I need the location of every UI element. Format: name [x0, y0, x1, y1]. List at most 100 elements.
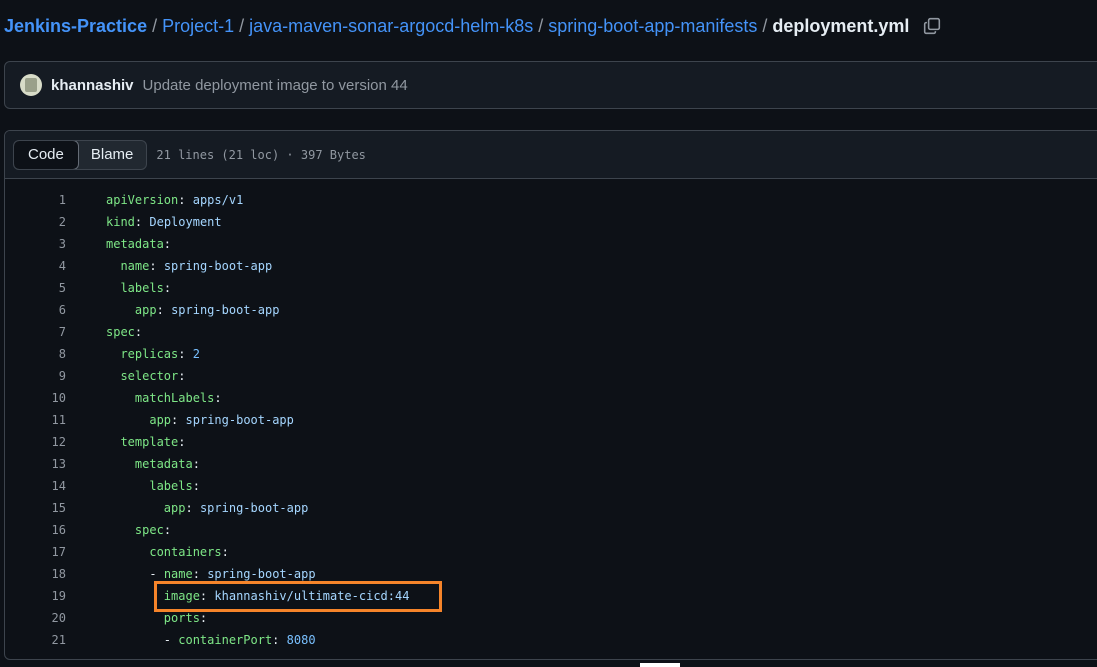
breadcrumb-repo-link[interactable]: Jenkins-Practice: [4, 16, 147, 37]
commit-author[interactable]: khannashiv: [51, 77, 134, 94]
line-content: apiVersion: apps/v1: [106, 193, 243, 207]
yaml-key: apiVersion: [106, 193, 179, 207]
line-number[interactable]: 11: [5, 413, 66, 427]
line-content: - name: spring-boot-app: [106, 567, 315, 581]
yaml-key: ports: [163, 611, 200, 625]
yaml-key: kind: [106, 215, 135, 229]
yaml-colon: :: [178, 435, 186, 449]
file-viewer: Code Blame 21 lines (21 loc) · 397 Bytes…: [4, 130, 1097, 660]
line-content: replicas: 2: [106, 347, 200, 361]
breadcrumb-path-link[interactable]: spring-boot-app-manifests: [548, 16, 757, 37]
line-number[interactable]: 6: [5, 303, 66, 317]
yaml-key: containers: [149, 545, 222, 559]
commit-message[interactable]: Update deployment image to version 44: [143, 77, 408, 94]
line-content: labels:: [106, 479, 200, 493]
yaml-colon: :: [178, 193, 186, 207]
line-number[interactable]: 3: [5, 237, 66, 251]
line-number[interactable]: 2: [5, 215, 66, 229]
yaml-key: template: [120, 435, 179, 449]
breadcrumb-separator: /: [538, 15, 544, 36]
line-content: - containerPort: 8080: [106, 633, 316, 647]
code-line: 9 selector:: [5, 365, 1097, 387]
yaml-colon: :: [171, 413, 179, 427]
code-line: 16 spec:: [5, 519, 1097, 541]
yaml-colon: :: [192, 457, 200, 471]
yaml-value: Deployment: [149, 215, 222, 229]
line-content: matchLabels:: [106, 391, 222, 405]
code-line: 21 - containerPort: 8080: [5, 629, 1097, 651]
line-number[interactable]: 4: [5, 259, 66, 273]
code-line: 14 labels:: [5, 475, 1097, 497]
avatar[interactable]: [20, 74, 42, 96]
yaml-key: replicas: [120, 347, 179, 361]
yaml-colon: :: [272, 633, 280, 647]
line-content: template:: [106, 435, 185, 449]
line-content: image: khannashiv/ultimate-cicd:44: [106, 589, 410, 603]
yaml-value: 2: [192, 347, 200, 361]
yaml-colon: :: [163, 237, 172, 251]
yaml-colon: :: [185, 501, 193, 515]
line-number[interactable]: 21: [5, 633, 66, 647]
line-content: app: spring-boot-app: [106, 303, 280, 317]
yaml-value: spring-boot-app: [185, 413, 294, 427]
code-line: 12 template:: [5, 431, 1097, 453]
yaml-colon: :: [214, 391, 222, 405]
yaml-colon: :: [156, 303, 164, 317]
copy-icon[interactable]: [923, 17, 941, 35]
tab-blame[interactable]: Blame: [78, 141, 147, 169]
yaml-key: name: [120, 259, 150, 273]
yaml-value: spring-boot-app: [163, 259, 273, 273]
line-number[interactable]: 20: [5, 611, 66, 625]
yaml-value: khannashiv/ultimate-cicd:44: [214, 589, 410, 603]
line-content: spec:: [106, 325, 142, 339]
line-content: ports:: [106, 611, 207, 625]
breadcrumb: Jenkins-Practice / Project-1 / java-mave…: [4, 14, 941, 38]
line-number[interactable]: 16: [5, 523, 66, 537]
yaml-key: app: [134, 303, 157, 317]
line-number[interactable]: 15: [5, 501, 66, 515]
line-number[interactable]: 17: [5, 545, 66, 559]
line-number[interactable]: 14: [5, 479, 66, 493]
yaml-colon: :: [134, 325, 143, 339]
line-number[interactable]: 12: [5, 435, 66, 449]
line-content: spec:: [106, 523, 171, 537]
line-content: kind: Deployment: [106, 215, 222, 229]
yaml-value: spring-boot-app: [199, 501, 309, 515]
code-line: 3 metadata:: [5, 233, 1097, 255]
code-line: 19 image: khannashiv/ultimate-cicd:44: [5, 585, 1097, 607]
line-number[interactable]: 18: [5, 567, 66, 581]
line-number[interactable]: 8: [5, 347, 66, 361]
line-number[interactable]: 1: [5, 193, 66, 207]
yaml-colon: :: [192, 479, 200, 493]
line-number[interactable]: 5: [5, 281, 66, 295]
line-number[interactable]: 9: [5, 369, 66, 383]
breadcrumb-path-link[interactable]: java-maven-sonar-argocd-helm-k8s: [249, 16, 533, 37]
tab-code[interactable]: Code: [14, 140, 79, 169]
yaml-value: 8080: [286, 633, 316, 647]
file-info: 21 lines (21 loc) · 397 Bytes: [156, 147, 366, 162]
line-number[interactable]: 10: [5, 391, 66, 405]
line-number[interactable]: 13: [5, 457, 66, 471]
code-line: 20 ports:: [5, 607, 1097, 629]
yaml-key: labels: [149, 479, 193, 493]
yaml-key: containerPort: [178, 633, 273, 647]
code-line: 10 matchLabels:: [5, 387, 1097, 409]
yaml-colon: :: [221, 545, 229, 559]
yaml-colon: :: [163, 281, 172, 295]
code-line: 5 labels:: [5, 277, 1097, 299]
line-content: labels:: [106, 281, 171, 295]
code-line: 18 - name: spring-boot-app: [5, 563, 1097, 585]
line-number[interactable]: 7: [5, 325, 66, 339]
breadcrumb-path-link[interactable]: Project-1: [162, 16, 234, 37]
line-number[interactable]: 19: [5, 589, 66, 603]
yaml-colon: :: [134, 215, 143, 229]
yaml-key: matchLabels: [134, 391, 215, 405]
